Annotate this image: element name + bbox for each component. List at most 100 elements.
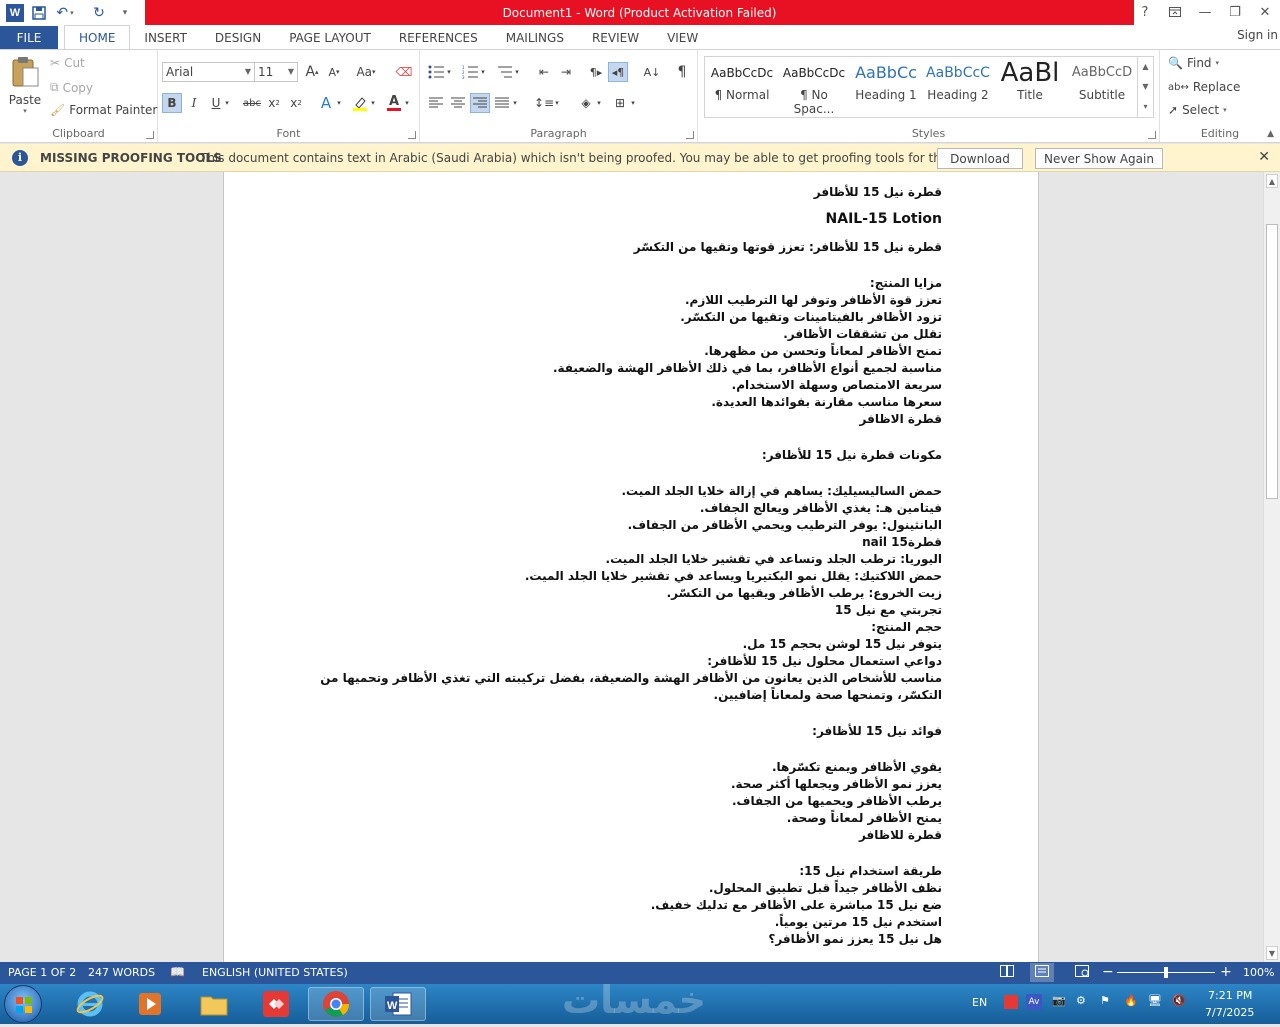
chevron-down-icon[interactable]: ▼ — [1138, 77, 1153, 97]
scroll-up-icon[interactable]: ▲ — [1266, 174, 1278, 188]
italic-button[interactable]: I — [184, 93, 204, 113]
notification-tray-icon[interactable]: 🔥 — [1124, 994, 1138, 1007]
document-paragraph[interactable]: NAIL-15 Lotion — [302, 201, 942, 239]
word-logo-icon[interactable]: W — [6, 4, 24, 22]
ribbon-display-options-icon[interactable] — [1160, 0, 1190, 24]
change-case-button[interactable]: Aa ▾ — [352, 62, 380, 82]
rtl-paragraph-icon[interactable]: ◂¶ — [608, 62, 628, 82]
network-tray-icon[interactable]: 🖥 — [1148, 994, 1162, 1007]
read-mode-icon[interactable] — [1000, 965, 1014, 980]
collapse-ribbon-icon[interactable]: ▲ — [1267, 129, 1274, 139]
tab-references[interactable]: REFERENCES — [385, 26, 492, 50]
find-button[interactable]: 🔍 Find ▾ — [1168, 56, 1219, 70]
document-paragraph[interactable]: تمنح الأظافر لمعاناً وتحسن من مظهرها. — [302, 343, 942, 360]
document-paragraph[interactable]: طريقة استخدام نيل 15: — [302, 863, 942, 880]
align-left-icon[interactable] — [426, 93, 446, 113]
grow-font-button[interactable]: A ▴ — [302, 62, 322, 82]
tab-home[interactable]: HOME — [64, 25, 131, 50]
windows-start-icon[interactable] — [4, 985, 42, 1023]
maximize-button[interactable]: ❐ — [1220, 0, 1250, 24]
page-count[interactable]: PAGE 1 OF 2 — [8, 966, 76, 979]
blank-line[interactable] — [302, 844, 942, 863]
close-icon[interactable]: ✕ — [1258, 149, 1270, 165]
tab-file[interactable]: FILE — [0, 26, 58, 50]
tab-mailings[interactable]: MAILINGS — [492, 26, 578, 50]
style-title[interactable]: AaBl Title — [994, 58, 1066, 116]
clear-formatting-icon[interactable]: ⌫ — [394, 62, 414, 82]
dialog-launcher-icon[interactable] — [408, 131, 416, 139]
blank-line[interactable] — [302, 740, 942, 759]
flag-tray-icon[interactable]: ⚑ — [1100, 994, 1110, 1007]
zoom-slider-thumb[interactable] — [1164, 967, 1168, 978]
format-painter-button[interactable]: 🖌 Format Painter — [50, 103, 157, 117]
av-tray-icon[interactable]: Av — [1026, 994, 1042, 1010]
screenshot-tray-icon[interactable]: 📷 — [1052, 994, 1066, 1007]
document-paragraph[interactable]: مكونات قطرة نيل 15 للأظافر: — [302, 447, 942, 464]
chevron-down-icon[interactable]: ▾ — [334, 93, 344, 113]
dialog-launcher-icon[interactable] — [146, 131, 154, 139]
clock-time[interactable]: 7:21 PM — [1208, 989, 1252, 1002]
increase-indent-icon[interactable]: ⇥ — [556, 62, 576, 82]
chevron-down-icon[interactable]: ▾ — [478, 62, 488, 82]
bold-button[interactable]: B — [162, 93, 182, 113]
document-paragraph[interactable]: حمض الساليسيليك: يساهم في إزالة خلايا ال… — [302, 483, 943, 500]
document-paragraph[interactable]: تجربتي مع نيل 15 — [302, 602, 942, 619]
style-heading-1[interactable]: AaBbCc Heading 1 — [850, 58, 922, 116]
document-paragraph[interactable]: يتوفر نيل 15 لوشن بحجم 15 مل. — [302, 636, 942, 653]
highlight-icon[interactable] — [350, 93, 370, 113]
style-no-spacing[interactable]: AaBbCcDc ¶ No Spac... — [778, 58, 850, 116]
chevron-down-icon[interactable]: ▾ — [594, 93, 604, 113]
dialog-launcher-icon[interactable] — [686, 131, 694, 139]
chevron-down-icon[interactable]: ▾ — [402, 93, 412, 113]
shrink-font-button[interactable]: A ▾ — [324, 62, 344, 82]
clock-date[interactable]: 7/7/2025 — [1205, 1006, 1254, 1019]
help-button[interactable]: ? — [1130, 0, 1160, 24]
document-paragraph[interactable]: فيتامين هـ: يغذي الأظافر ويعالج الجفاف. — [302, 500, 942, 517]
align-center-icon[interactable] — [448, 93, 468, 113]
chevron-down-icon[interactable]: ▾ — [628, 93, 638, 113]
font-size-box[interactable]: 11 ▼ — [254, 62, 298, 82]
chevron-up-icon[interactable]: ▲ — [1138, 57, 1153, 77]
text-effects-button[interactable]: A — [316, 93, 336, 113]
document-paragraph[interactable]: قطرة للاظافر — [302, 827, 942, 844]
paste-button[interactable]: Paste ▾ — [6, 56, 44, 122]
justify-icon[interactable] — [492, 93, 512, 113]
document-paragraph[interactable]: سعرها مناسب مقارنة بفوائدها العديدة. — [302, 394, 942, 411]
document-paragraph[interactable]: يمنح الأظافر لمعاناً وصحة. — [302, 810, 942, 827]
media-player-icon[interactable] — [122, 987, 178, 1021]
document-paragraph[interactable]: قطرة الاظافر — [302, 411, 942, 428]
language-indicator[interactable]: ENGLISH (UNITED STATES) — [202, 966, 348, 979]
anydesk-tray-icon[interactable] — [1004, 995, 1018, 1009]
close-button[interactable]: ✕ — [1250, 0, 1280, 24]
tab-page-layout[interactable]: PAGE LAYOUT — [275, 26, 385, 50]
document-paragraph[interactable]: قطرة نيل 15 للأظافر: تعزز قوتها وتقيها م… — [302, 239, 942, 256]
redo-icon[interactable]: ↻ — [88, 2, 110, 24]
dialog-launcher-icon[interactable] — [1148, 131, 1156, 139]
document-paragraph[interactable]: اليوريا: ترطب الجلد وتساعد في تقشير خلاي… — [302, 551, 942, 568]
document-paragraph[interactable]: حجم المنتج: — [302, 619, 942, 636]
file-explorer-icon[interactable] — [186, 987, 242, 1021]
zoom-in-button[interactable]: + — [1220, 964, 1232, 980]
word-taskbar-icon[interactable]: W — [370, 987, 426, 1021]
align-right-icon[interactable] — [470, 93, 490, 113]
document-paragraph[interactable]: مناسبة لجميع أنواع الأظافر، بما في ذلك ا… — [302, 360, 942, 377]
chevron-down-icon[interactable]: ▾ — [512, 62, 522, 82]
proofing-icon[interactable]: 📖 — [170, 965, 185, 979]
download-button[interactable]: Download — [937, 148, 1023, 169]
document-paragraph[interactable]: هل نيل 15 يعزز نمو الأظافر؟ — [302, 931, 942, 948]
document-paragraph[interactable]: فوائد نيل 15 للأظافر: — [302, 723, 942, 740]
numbering-icon[interactable]: 123 — [460, 62, 480, 82]
sign-in-link[interactable]: Sign in — [1237, 28, 1278, 42]
style-heading-2[interactable]: AaBbCcC Heading 2 — [922, 58, 994, 116]
superscript-button[interactable]: x2 — [286, 93, 306, 113]
document-paragraph[interactable]: تزود الأظافر بالفيتامينات وتقيها من التك… — [302, 309, 942, 326]
document-paragraph[interactable]: تعزز قوة الأظافر وتوفر لها الترطيب اللاز… — [302, 292, 942, 309]
more-styles-icon[interactable]: ▾ — [1138, 97, 1153, 117]
style-subtitle[interactable]: AaBbCcD Subtitle — [1066, 58, 1138, 116]
ltr-paragraph-icon[interactable]: ¶▸ — [586, 62, 606, 82]
bullets-icon[interactable] — [426, 62, 446, 82]
multilevel-list-icon[interactable] — [494, 62, 514, 82]
web-layout-icon[interactable] — [1075, 965, 1089, 980]
chrome-icon[interactable] — [308, 987, 364, 1021]
cut-button[interactable]: ✂ Cut — [50, 56, 85, 70]
